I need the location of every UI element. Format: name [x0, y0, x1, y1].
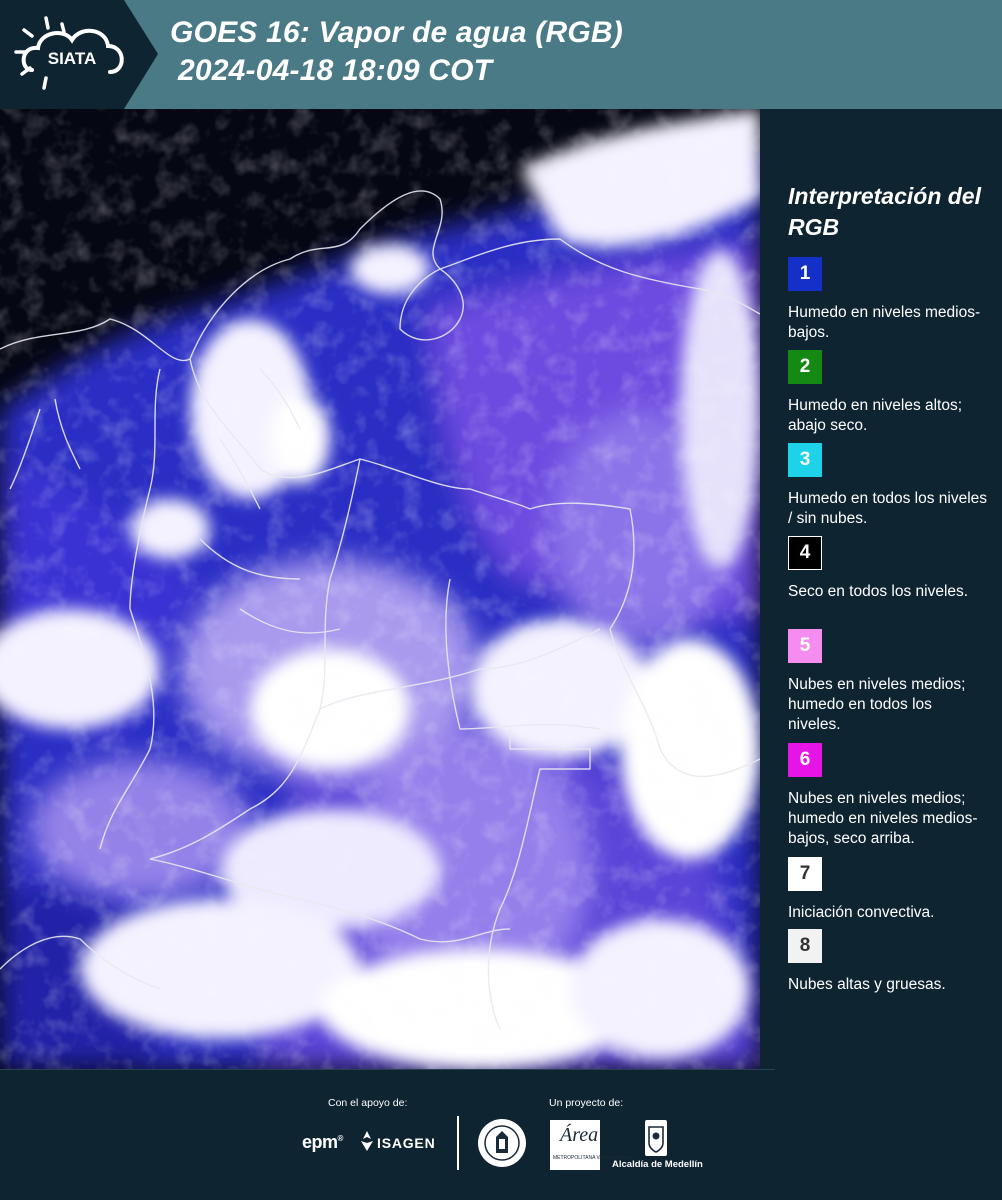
university-seal-icon: [478, 1119, 526, 1167]
logo-text: SIATA: [48, 49, 96, 68]
legend-item-1: 1 Humedo en niveles medios-bajos.: [788, 257, 988, 343]
legend-swatch-4: 4: [788, 536, 822, 570]
legend-item-8: 8 Nubes altas y gruesas.: [788, 929, 988, 995]
logo-tab: SIATA: [0, 0, 158, 109]
legend-swatch-7: 7: [788, 857, 822, 891]
header-bar: SIATA GOES 16: Vapor de agua (RGB) 2024-…: [0, 0, 1002, 109]
legend-text-5: Nubes en niveles medios; humedo en todos…: [788, 676, 966, 733]
legend-swatch-3: 3: [788, 443, 822, 477]
alcaldia-shield-icon: [645, 1120, 667, 1156]
legend-item-3: 3 Humedo en todos los niveles / sin nube…: [788, 443, 988, 529]
logo-divider: [457, 1116, 459, 1170]
legend-text-7: Iniciación convectiva.: [788, 904, 935, 921]
legend-swatch-6: 6: [788, 743, 822, 777]
legend-item-5: 5 Nubes en niveles medios; humedo en tod…: [788, 629, 988, 735]
legend-text-6: Nubes en niveles medios; humedo en nivel…: [788, 790, 978, 847]
area-logo-text: Área: [560, 1124, 599, 1146]
footer-divider: [0, 1069, 775, 1070]
isagen-logo-icon: [361, 1131, 373, 1151]
legend-panel: Interpretación del RGB 1 Humedo en nivel…: [762, 109, 1002, 1069]
legend-text-3: Humedo en todos los niveles / sin nubes.: [788, 490, 988, 527]
satellite-map: [0, 109, 760, 1069]
support-label: Con el apoyo de:: [328, 1097, 408, 1109]
legend-text-2: Humedo en niveles altos; abajo seco.: [788, 397, 963, 434]
legend-item-7: 7 Iniciación convectiva.: [788, 857, 988, 923]
alcaldia-logo-text: Alcaldía de Medellín: [612, 1159, 703, 1170]
epm-logo-text: epm: [302, 1132, 338, 1152]
legend-swatch-1: 1: [788, 257, 822, 291]
page-title: GOES 16: Vapor de agua (RGB) 2024-04-18 …: [170, 14, 623, 90]
title-line-2: 2024-04-18 18:09 COT: [178, 54, 493, 87]
title-line-1: GOES 16: Vapor de agua (RGB): [170, 16, 623, 49]
legend-text-8: Nubes altas y gruesas.: [788, 976, 946, 993]
siata-logo: SIATA: [14, 16, 124, 90]
legend-swatch-2: 2: [788, 350, 822, 384]
isagen-logo: ISAGEN: [377, 1135, 436, 1151]
legend-swatch-8: 8: [788, 929, 822, 963]
cloud-texture: [0, 109, 760, 1069]
satellite-image: [0, 109, 760, 1069]
legend-item-6: 6 Nubes en niveles medios; humedo en niv…: [788, 743, 988, 849]
legend-text-1: Humedo en niveles medios-bajos.: [788, 304, 981, 341]
footer: Con el apoyo de: Un proyecto de: epm® IS…: [0, 1069, 1002, 1200]
legend-swatch-5: 5: [788, 629, 822, 663]
legend-item-2: 2 Humedo en niveles altos; abajo seco.: [788, 350, 988, 436]
legend-text-4: Seco en todos los niveles.: [788, 583, 969, 600]
legend-item-4: 4 Seco en todos los niveles.: [788, 536, 988, 602]
project-label: Un proyecto de:: [549, 1097, 624, 1109]
epm-logo: epm®: [302, 1132, 343, 1152]
legend-title: Interpretación del RGB: [788, 183, 981, 240]
